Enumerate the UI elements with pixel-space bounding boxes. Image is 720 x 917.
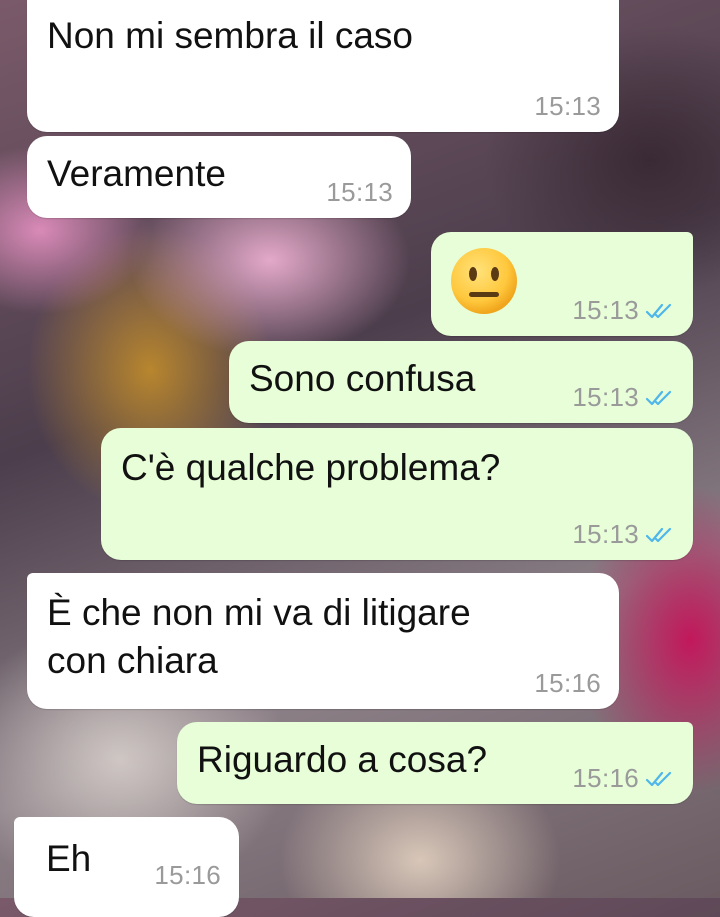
message-text: Sono confusa (249, 358, 476, 399)
message-bubble-outgoing[interactable]: Riguardo a cosa? 15:16 (177, 722, 693, 804)
message-timestamp: 15:13 (572, 519, 675, 550)
message-timestamp: 15:16 (154, 860, 221, 890)
read-double-check-icon (645, 771, 672, 786)
message-timestamp: 15:13 (326, 177, 393, 207)
read-double-check-icon (645, 390, 672, 405)
message-bubble-incoming[interactable]: Veramente 15:13 (27, 136, 411, 218)
message-text-line: con chiara (47, 640, 218, 681)
message-bubble-outgoing[interactable]: C'è qualche problema? 15:13 (101, 428, 693, 560)
message-bubble-incoming[interactable]: Eh 15:16 (14, 817, 239, 917)
read-double-check-icon (645, 303, 672, 318)
message-bubble-outgoing[interactable]: 15:13 (431, 232, 693, 336)
message-timestamp: 15:13 (572, 382, 675, 413)
message-text: È che non mi va di litigare con chiara (47, 589, 471, 685)
message-text: Veramente (47, 153, 226, 194)
message-text: Non mi sembra il caso (47, 15, 414, 56)
message-text-line: È che non mi va di litigare (47, 592, 471, 633)
message-text: Riguardo a cosa? (197, 739, 488, 780)
message-timestamp: 15:13 (534, 91, 601, 121)
message-timestamp: 15:13 (572, 295, 675, 326)
message-text: C'è qualche problema? (121, 447, 501, 488)
message-timestamp: 15:16 (534, 668, 601, 698)
message-bubble-outgoing[interactable]: Sono confusa 15:13 (229, 341, 693, 423)
message-bubble-incoming[interactable]: Non mi sembra il caso 15:13 (27, 0, 619, 132)
message-text: Eh (46, 838, 92, 879)
message-bubble-incoming[interactable]: È che non mi va di litigare con chiara 1… (27, 573, 619, 709)
message-timestamp: 15:16 (572, 763, 675, 794)
neutral-face-emoji-icon (451, 248, 517, 314)
read-double-check-icon (645, 527, 672, 542)
